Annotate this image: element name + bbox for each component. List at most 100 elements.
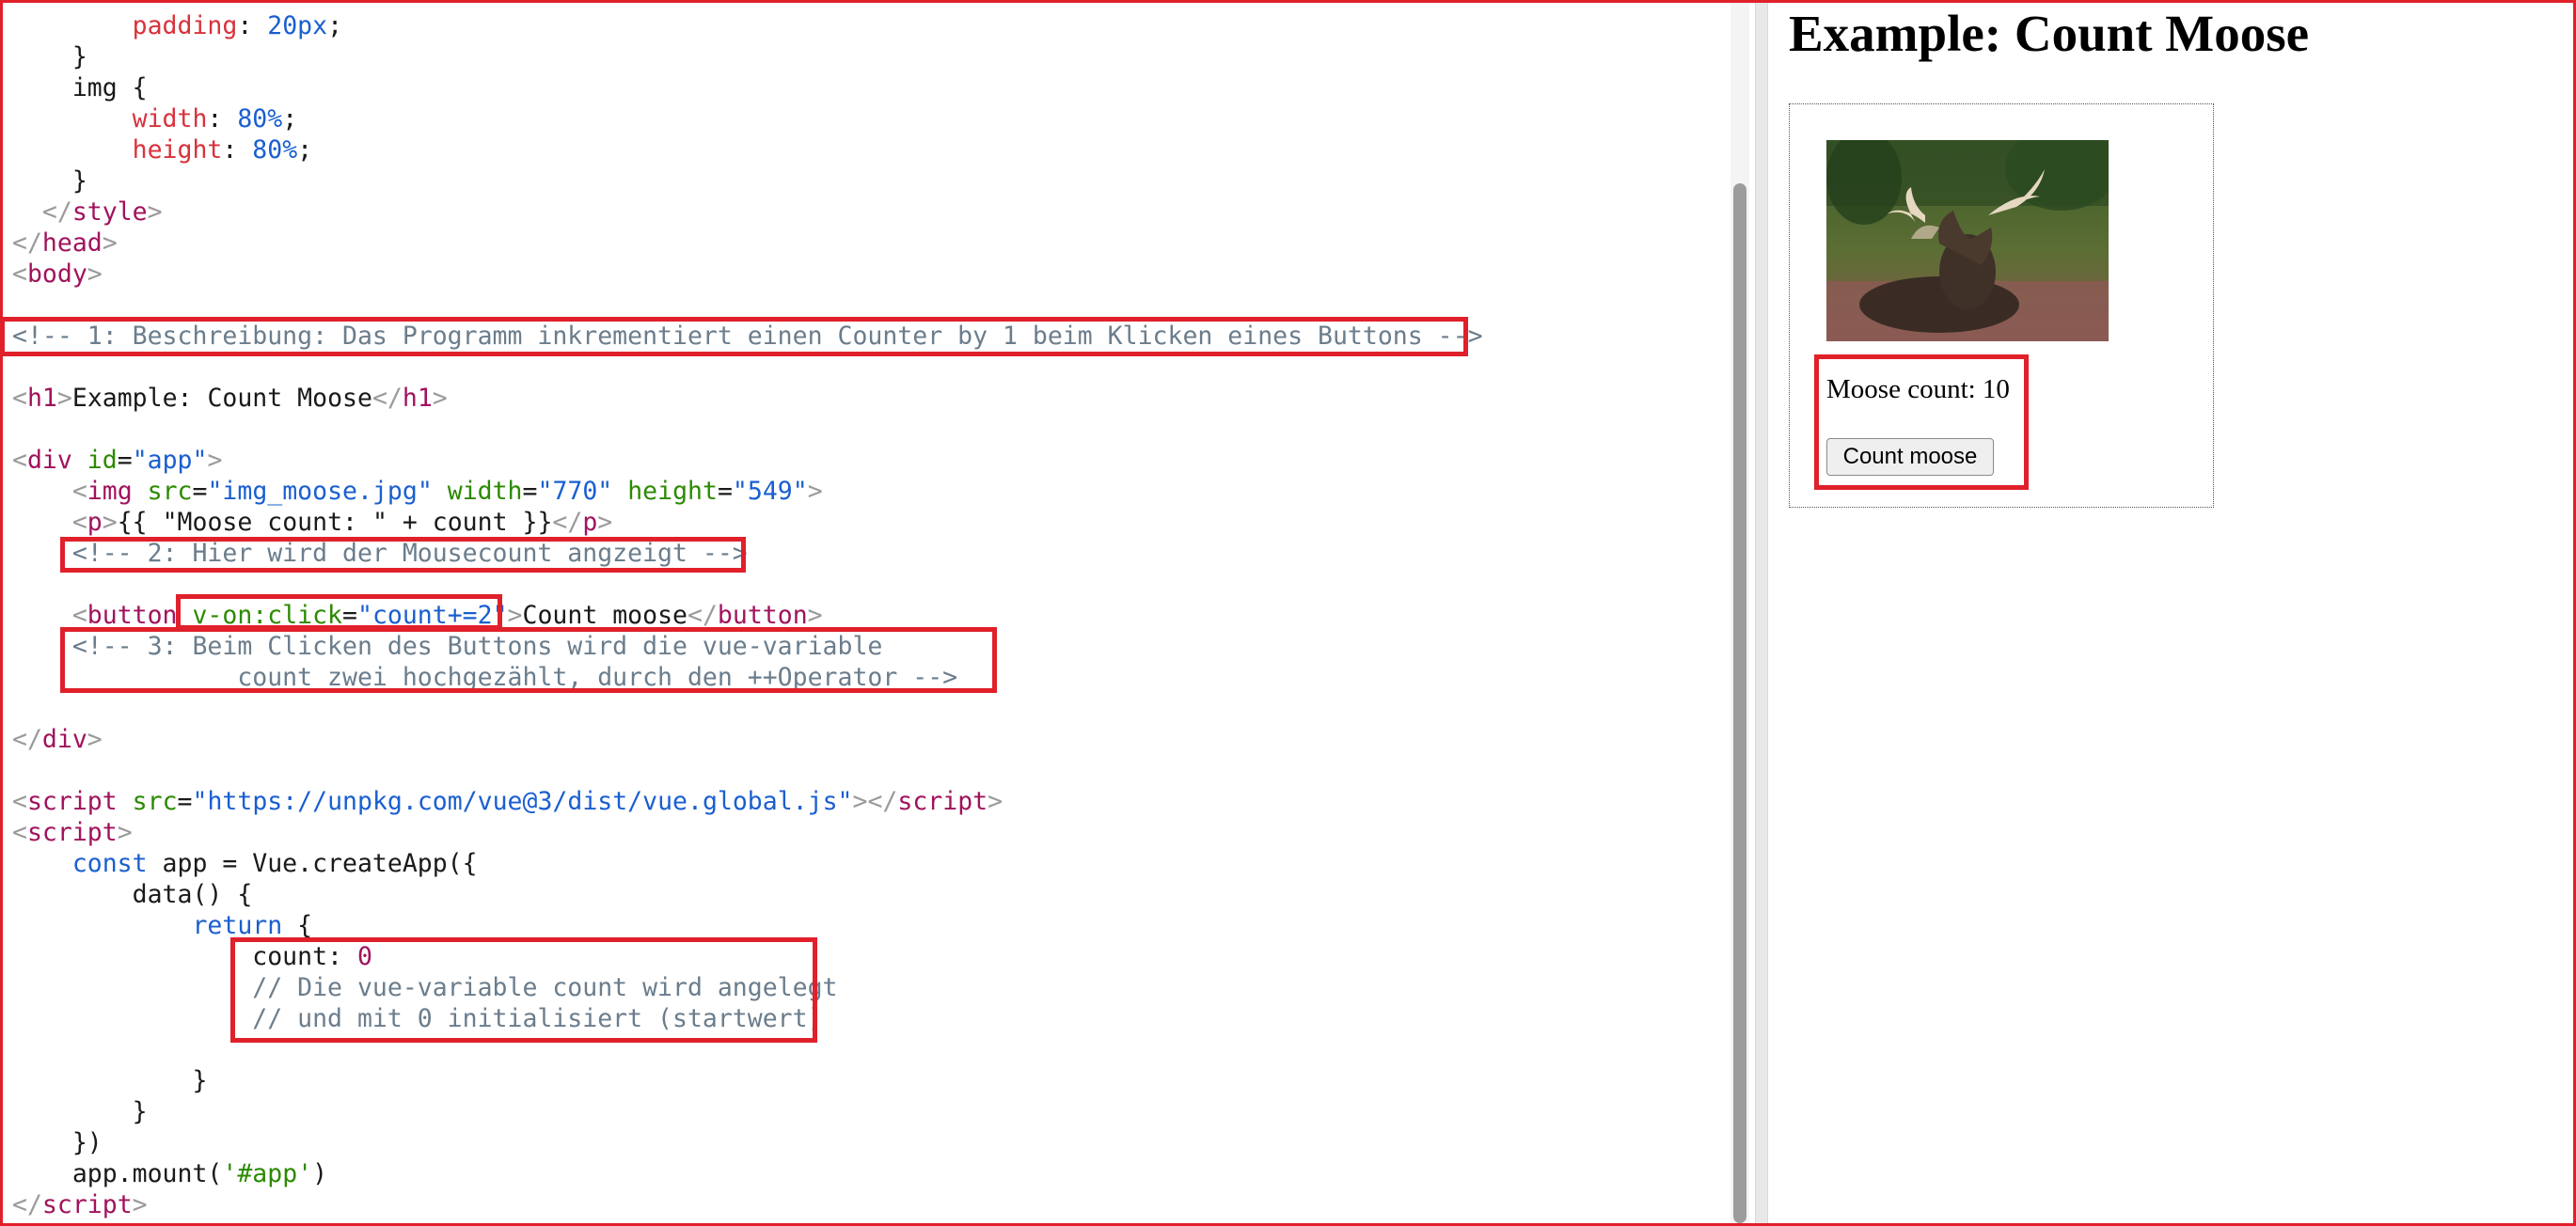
code-token: > [432, 384, 448, 413]
code-line[interactable]: <h1>Example: Count Moose</h1> [12, 383, 448, 414]
code-token: > [87, 725, 103, 754]
code-line[interactable]: padding: 20px; [12, 10, 342, 41]
code-token: "549" [732, 477, 808, 506]
code-token: > [102, 508, 118, 537]
code-token: div [41, 725, 87, 754]
code-token: </ [687, 601, 718, 630]
editor-scrollbar[interactable] [1731, 3, 1749, 1223]
code-token: = [177, 787, 193, 816]
code-token: > [207, 446, 223, 475]
code-token: < [12, 818, 27, 847]
code-token: { [282, 911, 313, 940]
code-token: head [41, 228, 103, 258]
code-token: src [117, 787, 178, 816]
code-token: p [582, 508, 598, 537]
code-token: body [26, 259, 87, 289]
code-token: script [41, 1190, 133, 1219]
code-token: h1 [26, 384, 57, 413]
code-token: : [222, 135, 253, 165]
code-token: // Die vue-variable count wird angelegt [12, 973, 838, 1002]
code-line[interactable]: } [12, 41, 87, 72]
code-line[interactable]: width: 80%; [12, 103, 298, 134]
code-token: ; [327, 11, 343, 40]
code-line[interactable]: return { [12, 910, 312, 941]
code-token: </ [371, 384, 403, 413]
code-token: ></ [852, 787, 898, 816]
pane-divider[interactable] [1755, 0, 1768, 1226]
count-moose-button[interactable]: Count moose [1826, 438, 1994, 476]
code-line[interactable]: app.mount('#app') [12, 1158, 327, 1189]
code-line[interactable]: height: 80%; [12, 134, 313, 165]
code-token: = [342, 601, 357, 630]
code-line[interactable]: <!-- 1: Beschreibung: Das Programm inkre… [12, 321, 1483, 352]
moose-image [1826, 140, 2109, 341]
code-token: < [12, 601, 87, 630]
code-token: script [26, 818, 118, 847]
code-line[interactable]: count zwei hochgezählt, durch den ++Oper… [12, 662, 957, 693]
code-token: < [12, 508, 87, 537]
code-token: } [12, 1066, 208, 1095]
code-token: : [207, 104, 238, 134]
code-line[interactable]: <script src="https://unpkg.com/vue@3/dis… [12, 786, 1003, 817]
code-token: script [26, 787, 118, 816]
code-token: button [717, 601, 808, 630]
code-token: Example: Count Moose [71, 384, 372, 413]
code-token: > [117, 818, 133, 847]
code-line[interactable]: <script> [12, 817, 133, 848]
code-token: img { [12, 73, 148, 102]
code-line[interactable]: // und mit 0 initialisiert (startwert) [12, 1003, 822, 1034]
code-token: } [12, 42, 87, 71]
code-editor[interactable]: padding: 20px; } img { width: 80%; heigh… [3, 3, 1731, 1223]
code-token: > [597, 508, 613, 537]
code-token: } [12, 166, 87, 196]
code-token: } [12, 1097, 148, 1126]
code-token: style [71, 197, 148, 227]
code-token: > [147, 197, 163, 227]
code-token: </ [12, 1190, 42, 1219]
code-token: data() { [12, 880, 253, 909]
code-line[interactable]: <p>{{ "Moose count: " + count }}</p> [12, 507, 612, 538]
code-line[interactable]: count: 0 [12, 941, 372, 972]
code-line[interactable]: </style> [12, 196, 163, 228]
code-token: > [507, 601, 523, 630]
code-token: <!-- 3: Beim Clicken des Buttons wird di… [12, 632, 883, 661]
code-line[interactable]: <!-- 3: Beim Clicken des Buttons wird di… [12, 631, 883, 662]
code-token: = [717, 477, 733, 506]
code-token: width [12, 104, 208, 134]
code-token: "app" [132, 446, 208, 475]
code-line[interactable]: <button v-on:click="count+=2">Count moos… [12, 600, 823, 631]
editor-scrollbar-thumb[interactable] [1733, 183, 1746, 1223]
code-line[interactable]: </script> [12, 1189, 148, 1220]
code-token: div [26, 446, 72, 475]
code-token: 20px [267, 11, 328, 40]
code-token: > [56, 384, 72, 413]
code-token: ) [312, 1159, 328, 1188]
code-token: id [71, 446, 118, 475]
code-token: : [237, 11, 268, 40]
code-line[interactable]: }) [12, 1127, 103, 1158]
code-line[interactable]: <!-- 2: Hier wird der Mousecount angzeig… [12, 538, 748, 569]
code-token: padding [12, 11, 238, 40]
preview-page-title: Example: Count Moose [1789, 5, 2310, 62]
code-line[interactable]: </head> [12, 228, 118, 259]
code-token: app.mount( [12, 1159, 223, 1188]
code-token: count zwei hochgezählt, durch den ++Oper… [12, 663, 958, 692]
code-token: </ [552, 508, 583, 537]
code-token: > [87, 259, 103, 289]
code-token: > [807, 477, 823, 506]
code-token: p [87, 508, 103, 537]
code-line[interactable]: } [12, 1096, 148, 1127]
code-line[interactable]: </div> [12, 724, 103, 755]
code-token: app = Vue.createApp({ [147, 849, 478, 878]
code-token: > [807, 601, 823, 630]
code-line[interactable]: <div id="app"> [12, 445, 222, 476]
code-line[interactable]: <body> [12, 259, 103, 290]
code-line[interactable]: const app = Vue.createApp({ [12, 848, 478, 879]
code-line[interactable]: data() { [12, 879, 253, 910]
code-line[interactable]: // Die vue-variable count wird angelegt [12, 972, 838, 1003]
code-token: '#app' [222, 1159, 313, 1188]
code-line[interactable]: img { [12, 72, 148, 103]
code-line[interactable]: <img src="img_moose.jpg" width="770" hei… [12, 476, 823, 507]
code-line[interactable]: } [12, 165, 87, 196]
code-line[interactable]: } [12, 1065, 207, 1096]
